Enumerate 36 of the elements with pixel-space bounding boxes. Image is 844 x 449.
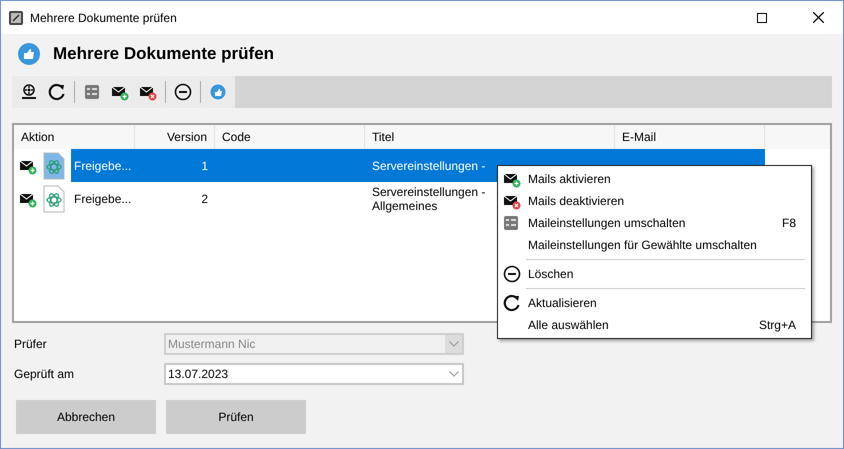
app-icon <box>8 10 24 26</box>
menu-item[interactable]: Maileinstellungen umschalten F8 <box>498 212 811 234</box>
menu-item[interactable]: Aktualisieren <box>498 292 811 314</box>
chevron-down-icon <box>448 371 458 377</box>
chevron-down-icon <box>448 341 458 347</box>
dialog-button[interactable]: Prüfen <box>166 400 306 434</box>
thumbs-up-icon <box>17 42 41 66</box>
table-cell-text: Freigebe... <box>73 190 132 208</box>
dropdown-field[interactable]: 13.07.2023 <box>164 363 464 385</box>
reel-icon[interactable] <box>20 83 38 101</box>
document-atom-icon <box>43 152 65 180</box>
table-cell-text: 1 <box>201 158 208 174</box>
table-cell-text: 2 <box>201 190 208 208</box>
refresh-icon <box>503 294 521 312</box>
minus-circle-icon <box>503 265 521 283</box>
document-atom-icon <box>43 184 65 212</box>
maximize-icon[interactable] <box>757 12 767 22</box>
table-cell: Servereinstellungen - <box>372 158 486 172</box>
dialog-button[interactable]: Abbrechen <box>16 400 156 434</box>
refresh-icon[interactable] <box>48 83 66 101</box>
close-icon[interactable] <box>813 12 824 23</box>
thumbs-up-icon[interactable] <box>210 84 226 100</box>
menu-item[interactable]: Mails aktivieren <box>498 168 811 190</box>
table-cell-text: Servereinstellungen - Allgemeines <box>372 184 486 212</box>
window-title: Mehrere Dokumente prüfen <box>30 10 178 26</box>
dialog-heading: Mehrere Dokumente prüfen <box>53 43 274 66</box>
field-label: Geprüft am <box>14 366 76 383</box>
minus-circle-icon[interactable] <box>174 83 192 101</box>
menu-item[interactable]: Alle auswählen Strg+A <box>498 314 811 336</box>
menu-item[interactable]: Mails deaktivieren <box>498 190 811 212</box>
menu-item[interactable]: Maileinstellungen für Gewählte umschalten <box>498 234 811 256</box>
field-label: Prüfer <box>14 336 48 353</box>
list-toggle-icon[interactable] <box>84 84 100 100</box>
menu-item[interactable]: Löschen <box>498 263 811 285</box>
table-cell: Freigebe... <box>71 149 135 182</box>
list-toggle-icon <box>503 215 519 231</box>
